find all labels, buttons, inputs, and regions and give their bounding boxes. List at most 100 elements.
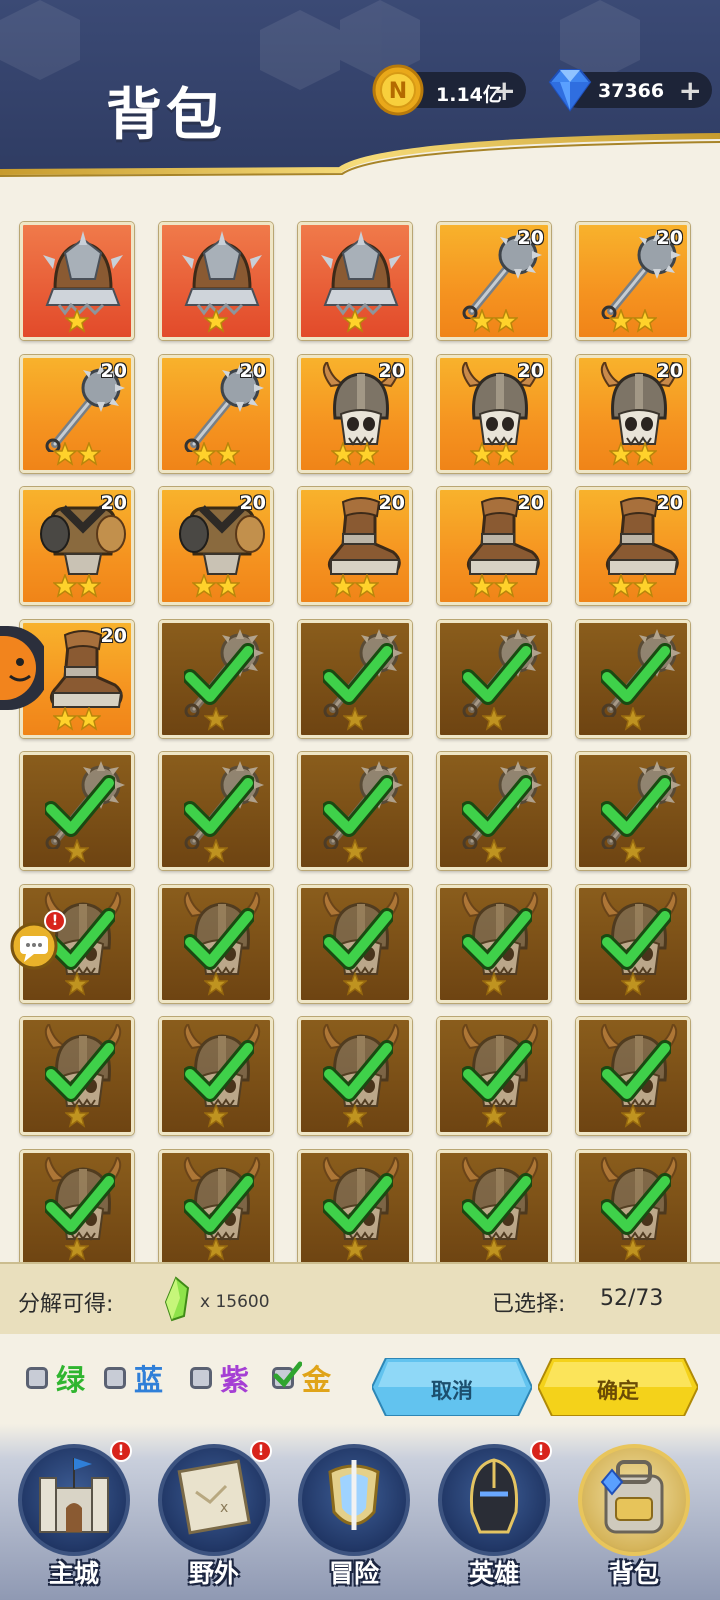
- selected-check-icon: [323, 642, 393, 705]
- inventory-slot[interactable]: [576, 1017, 690, 1135]
- inventory-slot[interactable]: [298, 752, 412, 870]
- star-rating: [23, 839, 131, 863]
- inventory-slot[interactable]: [159, 1149, 273, 1262]
- filter-gold-checkbox[interactable]: [272, 1361, 302, 1389]
- inventory-slot[interactable]: 20: [576, 222, 690, 340]
- inventory-slot[interactable]: 20: [159, 354, 273, 473]
- filter-purple[interactable]: 紫: [190, 1360, 250, 1397]
- inventory-slot[interactable]: [298, 619, 412, 738]
- star-icon: [53, 706, 77, 731]
- selected-check-icon: [323, 775, 393, 837]
- pet-avatar-icon[interactable]: [0, 626, 50, 710]
- selected-check-icon: [323, 907, 393, 970]
- inventory-slot[interactable]: 20: [20, 354, 134, 473]
- inventory-slot[interactable]: [576, 884, 690, 1003]
- nav-item-0[interactable]: 主城!: [16, 1440, 132, 1600]
- item-level: 20: [656, 227, 683, 249]
- decompose-label: 分解可得:: [18, 1292, 114, 1317]
- item-level: 20: [100, 359, 127, 382]
- selected-check-icon: [601, 907, 671, 970]
- inventory-slot[interactable]: 20: [20, 487, 134, 605]
- star-rating: [162, 971, 270, 996]
- castle-icon: [39, 1458, 109, 1533]
- star-icon: [331, 574, 355, 598]
- item-level: 20: [239, 492, 266, 514]
- inventory-slot[interactable]: [437, 752, 551, 870]
- inventory-slot[interactable]: [159, 222, 273, 340]
- inventory-slot[interactable]: [20, 222, 134, 340]
- cancel-button[interactable]: 取消: [370, 1357, 534, 1417]
- nav-label: 主城: [48, 1559, 99, 1588]
- inventory-slot[interactable]: 20: [576, 487, 690, 605]
- inventory-slot[interactable]: [298, 1149, 412, 1262]
- inventory-slot[interactable]: [20, 752, 134, 870]
- chat-bubble-icon[interactable]: !: [8, 910, 66, 972]
- inventory-slot[interactable]: 20: [159, 487, 273, 605]
- gold-add-button[interactable]: +: [493, 74, 516, 107]
- star-icon: [331, 441, 355, 466]
- filter-gold[interactable]: 金: [272, 1360, 332, 1397]
- star-rating: [301, 839, 409, 863]
- star-icon: [204, 839, 228, 863]
- star-rating: [162, 706, 270, 731]
- inventory-slot[interactable]: [159, 619, 273, 738]
- inventory-slot[interactable]: [159, 884, 273, 1003]
- star-icon: [633, 309, 657, 333]
- nav-label: 背包: [608, 1559, 659, 1588]
- inventory-slot[interactable]: [159, 752, 273, 870]
- inventory-slot[interactable]: 20: [576, 354, 690, 473]
- filter-green[interactable]: 绿: [26, 1360, 85, 1397]
- diamond-counter[interactable]: 37366 +: [548, 69, 712, 112]
- inventory-slot[interactable]: [437, 1017, 551, 1135]
- item-level: 20: [517, 227, 544, 249]
- nav-item-4[interactable]: 背包: [576, 1444, 692, 1600]
- helmet-spiked-icon: [182, 231, 262, 316]
- star-icon: [609, 574, 633, 598]
- star-rating: [440, 971, 548, 996]
- star-icon: [609, 309, 633, 333]
- star-icon: [204, 1236, 228, 1261]
- filter-purple-label: 紫: [220, 1363, 250, 1397]
- helmet-spiked-icon: [321, 231, 401, 316]
- inventory-slot[interactable]: [20, 1017, 134, 1135]
- item-level: 20: [656, 359, 683, 382]
- inventory-slot[interactable]: [576, 752, 690, 870]
- inventory-slot[interactable]: [576, 619, 690, 738]
- inventory-slot[interactable]: [437, 619, 551, 738]
- gold-counter[interactable]: N 1.14亿 +: [372, 64, 526, 116]
- star-rating: [440, 441, 548, 466]
- inventory-slot[interactable]: 20: [437, 487, 551, 605]
- inventory-slot[interactable]: [576, 1149, 690, 1262]
- inventory-slot[interactable]: 20: [437, 222, 551, 340]
- star-rating: [162, 309, 270, 333]
- inventory-slot[interactable]: 20: [298, 354, 412, 473]
- star-icon: [621, 706, 645, 731]
- inventory-slot[interactable]: [298, 222, 412, 340]
- filter-blue[interactable]: 蓝: [104, 1360, 163, 1397]
- nav-item-3[interactable]: 英雄!: [436, 1440, 552, 1600]
- nav-label: 冒险: [328, 1559, 379, 1588]
- inventory-slot[interactable]: 20: [298, 487, 412, 605]
- confirm-button[interactable]: 确定: [536, 1357, 700, 1417]
- inventory-slot[interactable]: [298, 1017, 412, 1135]
- diamond-add-button[interactable]: +: [679, 74, 702, 107]
- selected-check-icon: [601, 1172, 671, 1235]
- top-header: 背包 N 1.14亿 + 37366 +: [0, 0, 720, 182]
- filter-blue-checkbox[interactable]: [104, 1367, 126, 1389]
- star-rating: [23, 1104, 131, 1128]
- inventory-slot[interactable]: [437, 1149, 551, 1262]
- filter-green-checkbox[interactable]: [26, 1367, 48, 1389]
- nav-item-1[interactable]: x 野外!: [156, 1440, 272, 1600]
- filter-purple-checkbox[interactable]: [190, 1367, 212, 1389]
- inventory-slot[interactable]: 20: [437, 354, 551, 473]
- inventory-slot[interactable]: [159, 1017, 273, 1135]
- inventory-slot[interactable]: [437, 884, 551, 1003]
- star-icon: [633, 441, 657, 466]
- selected-check-icon: [184, 1040, 254, 1102]
- filter-gold-label: 金: [302, 1363, 332, 1397]
- nav-item-2[interactable]: 冒险: [296, 1444, 412, 1600]
- inventory-slot[interactable]: [298, 884, 412, 1003]
- star-rating: [301, 971, 409, 996]
- selected-check-icon: [601, 1040, 671, 1102]
- inventory-slot[interactable]: [20, 1149, 134, 1262]
